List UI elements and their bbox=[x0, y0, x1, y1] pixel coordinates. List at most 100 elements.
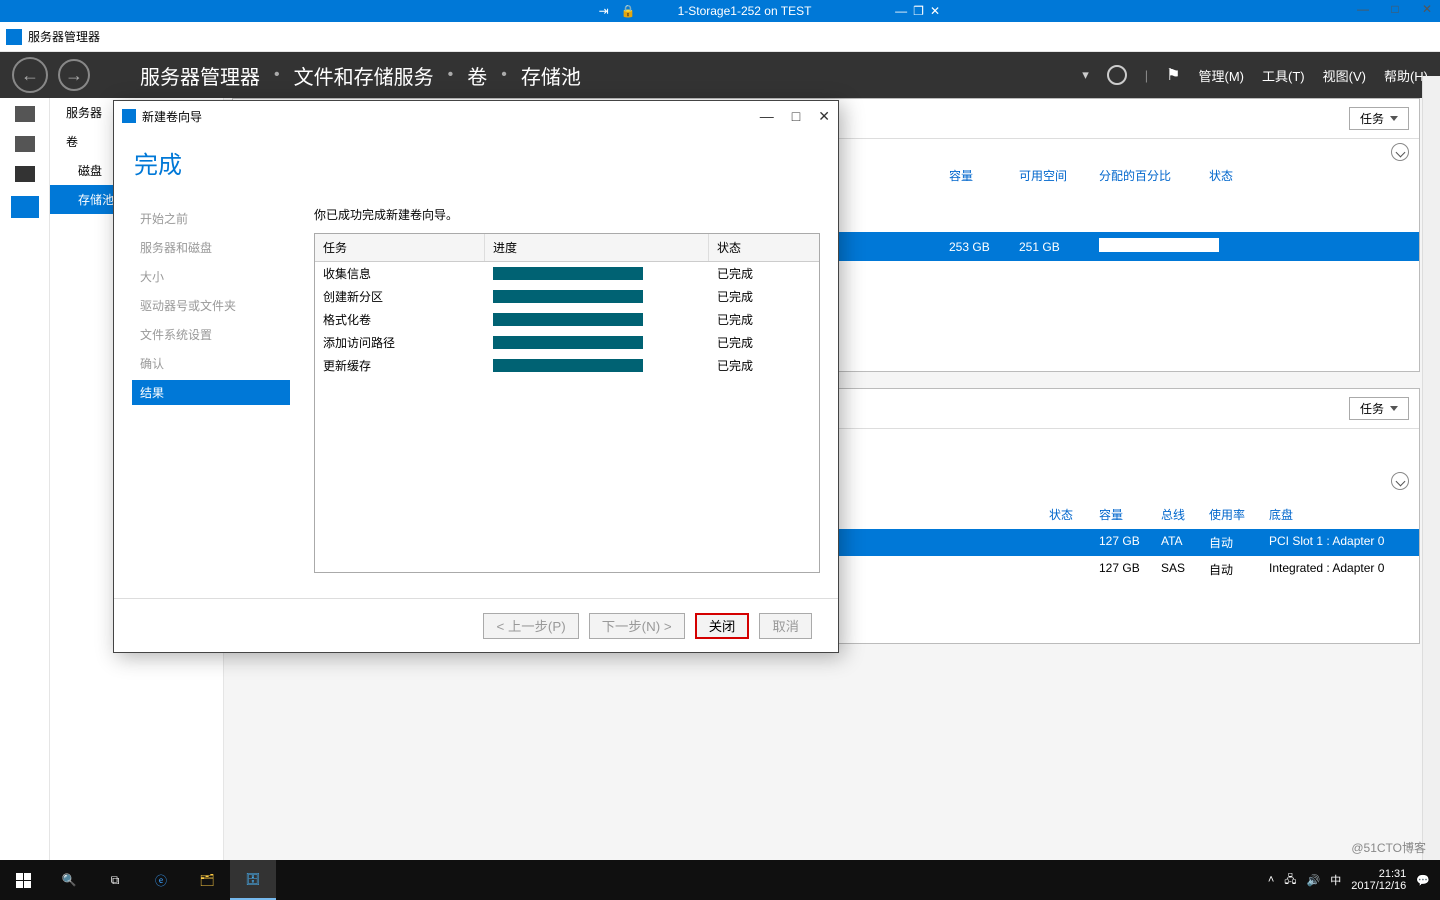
taskbar-explorer[interactable]: 🗂 bbox=[184, 860, 230, 900]
flag-icon[interactable]: ⚑ bbox=[1166, 65, 1180, 85]
wizard-step[interactable]: 服务器和磁盘 bbox=[132, 235, 290, 260]
task-status: 已完成 bbox=[709, 286, 819, 307]
lock-icon[interactable]: 🔒 bbox=[621, 4, 636, 18]
col-bus[interactable]: 总线 bbox=[1161, 506, 1209, 523]
col-free[interactable]: 可用空间 bbox=[1019, 167, 1099, 184]
vm-title: 1-Storage1-252 on TEST bbox=[648, 4, 842, 18]
divider: | bbox=[1145, 68, 1148, 83]
task-status: 已完成 bbox=[709, 263, 819, 284]
local-server-icon[interactable] bbox=[15, 136, 35, 152]
icon-rail bbox=[0, 98, 50, 860]
disks-tasks-button[interactable]: 任务 bbox=[1349, 397, 1409, 420]
vm-restore-button[interactable]: ❐ bbox=[913, 4, 924, 18]
system-tray: ˄ 🖧 🔊 中 21:31 2017/12/16 💬 bbox=[1268, 868, 1440, 892]
wizard-step[interactable]: 开始之前 bbox=[132, 206, 290, 231]
disk-capacity: 127 GB bbox=[1099, 534, 1161, 551]
dialog-maximize-button[interactable]: □ bbox=[792, 108, 800, 125]
taskbar-clock[interactable]: 21:31 2017/12/16 bbox=[1351, 868, 1406, 892]
col-allocated[interactable]: 分配的百分比 bbox=[1099, 167, 1209, 184]
menu-tools[interactable]: 工具(T) bbox=[1262, 66, 1305, 85]
task-col-task[interactable]: 任务 bbox=[315, 234, 485, 261]
dialog-heading: 完成 bbox=[134, 145, 820, 180]
dashboard-icon[interactable] bbox=[15, 106, 35, 122]
col-chassis[interactable]: 底盘 bbox=[1269, 506, 1409, 523]
vm-minimize-button[interactable]: — bbox=[895, 4, 907, 18]
file-storage-icon[interactable] bbox=[11, 196, 39, 218]
task-row: 格式化卷已完成 bbox=[315, 308, 819, 331]
col-usage[interactable]: 使用率 bbox=[1209, 506, 1269, 523]
dialog-minimize-button[interactable]: — bbox=[760, 108, 774, 125]
dialog-close-button[interactable]: ✕ bbox=[818, 108, 830, 125]
expand-toggle[interactable] bbox=[1391, 143, 1409, 161]
disk-bus: SAS bbox=[1161, 561, 1209, 578]
breadcrumb-fs[interactable]: 文件和存储服务 bbox=[294, 61, 434, 90]
windows-taskbar: 🔍 ⧉ ⓔ 🗂 🗄 ˄ 🖧 🔊 中 21:31 2017/12/16 💬 bbox=[0, 860, 1440, 900]
task-row: 更新缓存已完成 bbox=[315, 354, 819, 377]
taskbar-server-manager[interactable]: 🗄 bbox=[230, 860, 276, 900]
dialog-titlebar[interactable]: 新建卷向导 — □ ✕ bbox=[114, 101, 838, 131]
tray-up-icon[interactable]: ˄ bbox=[1268, 874, 1274, 886]
task-status: 已完成 bbox=[709, 355, 819, 376]
task-col-status[interactable]: 状态 bbox=[709, 234, 819, 261]
ime-indicator[interactable]: 中 bbox=[1330, 872, 1341, 888]
outer-maximize-button[interactable]: □ bbox=[1388, 2, 1402, 16]
pool-capacity: 253 GB bbox=[949, 240, 1019, 254]
chevron-down-icon bbox=[1390, 116, 1398, 121]
cancel-button: 取消 bbox=[759, 613, 812, 639]
task-progress-table: 任务 进度 状态 收集信息已完成创建新分区已完成格式化卷已完成添加访问路径已完成… bbox=[314, 233, 820, 573]
chevron-right-icon: • bbox=[274, 66, 280, 84]
start-button[interactable] bbox=[0, 860, 46, 900]
task-status: 已完成 bbox=[709, 332, 819, 353]
task-status: 已完成 bbox=[709, 309, 819, 330]
outer-close-button[interactable]: ✕ bbox=[1420, 2, 1434, 16]
menu-view[interactable]: 视图(V) bbox=[1323, 66, 1366, 85]
wizard-step[interactable]: 大小 bbox=[132, 264, 290, 289]
task-name: 添加访问路径 bbox=[315, 332, 485, 353]
all-servers-icon[interactable] bbox=[15, 166, 35, 182]
disk-usage: 自动 bbox=[1209, 534, 1269, 551]
volume-icon[interactable]: 🔊 bbox=[1307, 874, 1321, 887]
wizard-steps: 开始之前服务器和磁盘大小驱动器号或文件夹文件系统设置确认结果 bbox=[132, 206, 290, 598]
task-name: 创建新分区 bbox=[315, 286, 485, 307]
disks-expand-toggle[interactable] bbox=[1391, 472, 1409, 490]
nav-forward-button[interactable]: → bbox=[58, 59, 90, 91]
dropdown-icon[interactable]: ▾ bbox=[1082, 67, 1089, 83]
col-disk-status[interactable]: 状态 bbox=[1049, 506, 1099, 523]
notifications-button[interactable]: 💬 bbox=[1416, 874, 1430, 887]
vertical-scrollbar[interactable] bbox=[1422, 76, 1440, 860]
close-wizard-button[interactable]: 关闭 bbox=[695, 613, 750, 639]
wizard-step[interactable]: 文件系统设置 bbox=[132, 322, 290, 347]
chevron-down-icon bbox=[1390, 406, 1398, 411]
task-col-progress[interactable]: 进度 bbox=[485, 234, 709, 261]
breadcrumb-pools[interactable]: 存储池 bbox=[521, 61, 581, 90]
prev-button: < 上一步(P) bbox=[483, 613, 578, 639]
disk-bus: ATA bbox=[1161, 534, 1209, 551]
pool-tasks-button[interactable]: 任务 bbox=[1349, 107, 1409, 130]
menu-manage[interactable]: 管理(M) bbox=[1199, 66, 1245, 85]
completion-summary: 你已成功完成新建卷向导。 bbox=[314, 206, 820, 223]
refresh-icon[interactable] bbox=[1107, 65, 1127, 85]
breadcrumb-root[interactable]: 服务器管理器 bbox=[140, 61, 260, 90]
col-capacity[interactable]: 容量 bbox=[949, 167, 1019, 184]
wizard-step[interactable]: 驱动器号或文件夹 bbox=[132, 293, 290, 318]
progress-bar bbox=[493, 267, 643, 280]
wizard-step[interactable]: 确认 bbox=[132, 351, 290, 376]
col-status[interactable]: 状态 bbox=[1209, 167, 1409, 184]
vm-connection-titlebar: ⇥ 🔒 1-Storage1-252 on TEST — ❐ ✕ bbox=[0, 0, 1440, 22]
chevron-right-icon: • bbox=[501, 66, 507, 84]
vm-close-button[interactable]: ✕ bbox=[930, 4, 940, 18]
outer-minimize-button[interactable]: — bbox=[1356, 2, 1370, 16]
new-volume-wizard-dialog: 新建卷向导 — □ ✕ 完成 开始之前服务器和磁盘大小驱动器号或文件夹文件系统设… bbox=[113, 100, 839, 653]
taskbar-ie[interactable]: ⓔ bbox=[138, 860, 184, 900]
task-row: 创建新分区 已完成 bbox=[315, 285, 819, 308]
network-icon[interactable]: 🖧 bbox=[1284, 871, 1296, 890]
progress-bar bbox=[493, 336, 643, 349]
breadcrumb-volumes[interactable]: 卷 bbox=[467, 61, 487, 90]
col-disk-capacity[interactable]: 容量 bbox=[1099, 506, 1161, 523]
nav-back-button[interactable]: ← bbox=[12, 57, 48, 93]
dialog-title: 新建卷向导 bbox=[142, 108, 202, 125]
pin-icon[interactable]: ⇥ bbox=[599, 4, 609, 18]
task-view-button[interactable]: ⧉ bbox=[92, 860, 138, 900]
search-button[interactable]: 🔍 bbox=[46, 860, 92, 900]
server-manager-toolbar: ← → 服务器管理器 • 文件和存储服务 • 卷 • 存储池 ▾ | ⚑ 管理(… bbox=[0, 52, 1440, 98]
